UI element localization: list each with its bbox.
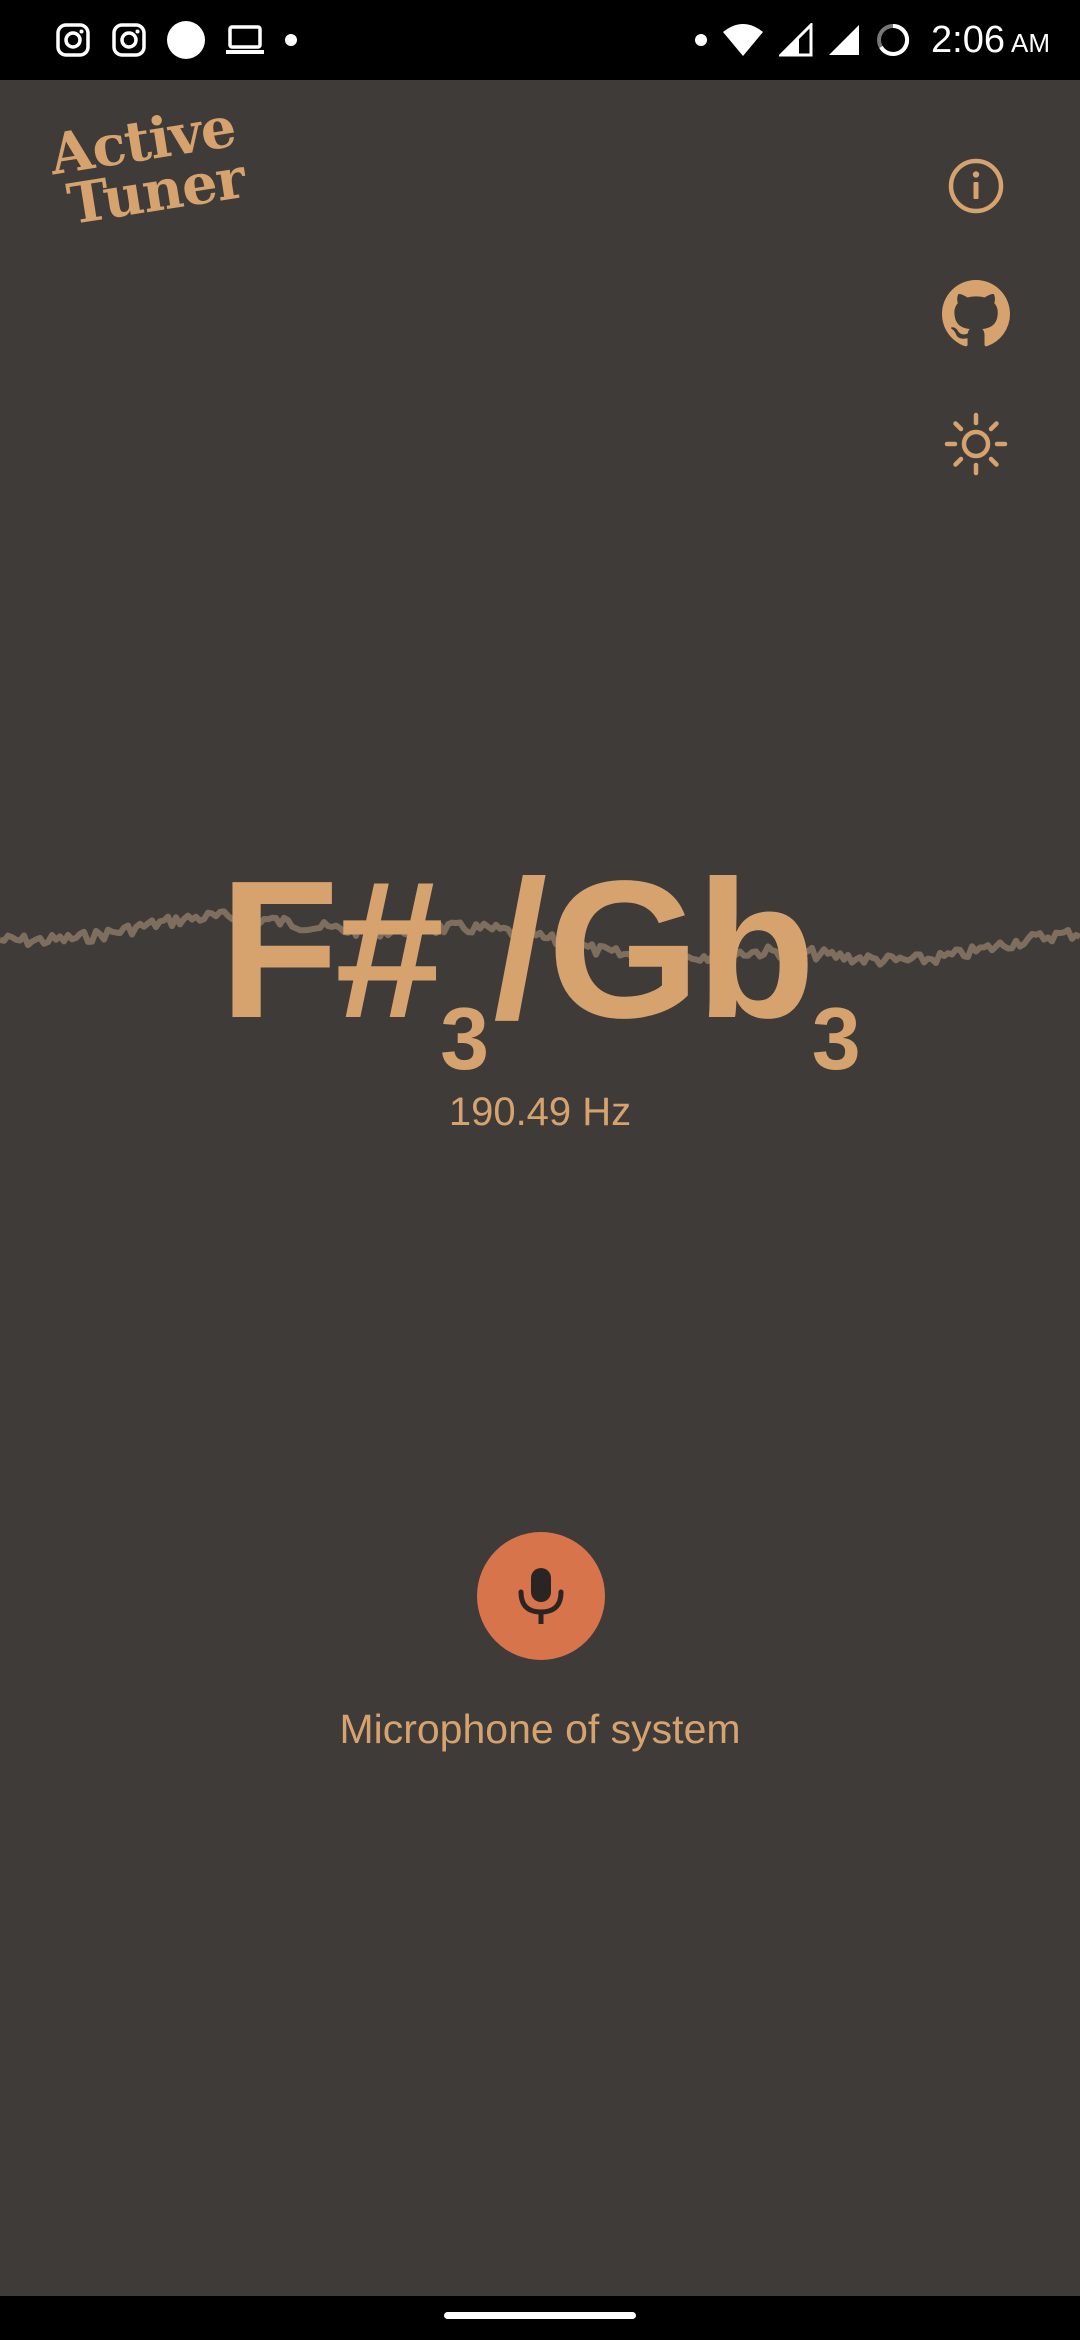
instagram-icon: [56, 23, 90, 57]
note-name-flat: Gb: [547, 840, 816, 1059]
laptop-icon: [226, 25, 264, 54]
home-gesture-handle[interactable]: [444, 2312, 636, 2319]
dot-icon: [695, 34, 708, 46]
theme-toggle-button[interactable]: [940, 408, 1012, 480]
signal-icon: [779, 23, 813, 57]
info-icon: [948, 158, 1004, 214]
sun-icon: [944, 412, 1008, 476]
status-bar: 2:06 AM: [0, 0, 1080, 80]
input-source-label[interactable]: Microphone of system: [0, 1706, 1080, 1753]
note-octave-sharp: 3: [440, 989, 490, 1088]
info-button[interactable]: [940, 150, 1012, 222]
battery-icon: [877, 23, 910, 56]
note-name-sharp: F#: [219, 840, 444, 1059]
github-icon: [942, 280, 1010, 347]
status-time: 2:06 AM: [931, 18, 1050, 61]
status-bar-notifications: [55, 18, 317, 62]
dot-icon: [285, 34, 297, 46]
instagram-icon: [112, 23, 146, 57]
detected-note: F#3/Gb3: [0, 850, 1080, 1089]
microphone-icon: [518, 1568, 564, 1624]
frequency-readout: 190.49 Hz: [448, 1090, 632, 1134]
wifi-icon: [723, 24, 764, 56]
app-logo: Active Tuner: [45, 94, 285, 269]
signal-icon: [829, 25, 860, 55]
navigation-bar: [0, 2296, 1080, 2340]
github-button[interactable]: [940, 278, 1012, 350]
note-octave-flat: 3: [811, 989, 861, 1088]
status-bar-system: 2:06 AM: [681, 14, 1050, 66]
microphone-button[interactable]: [477, 1532, 605, 1660]
note-separator: /: [493, 840, 548, 1059]
status-ampm: AM: [1011, 27, 1050, 58]
circle-icon: [167, 21, 205, 59]
